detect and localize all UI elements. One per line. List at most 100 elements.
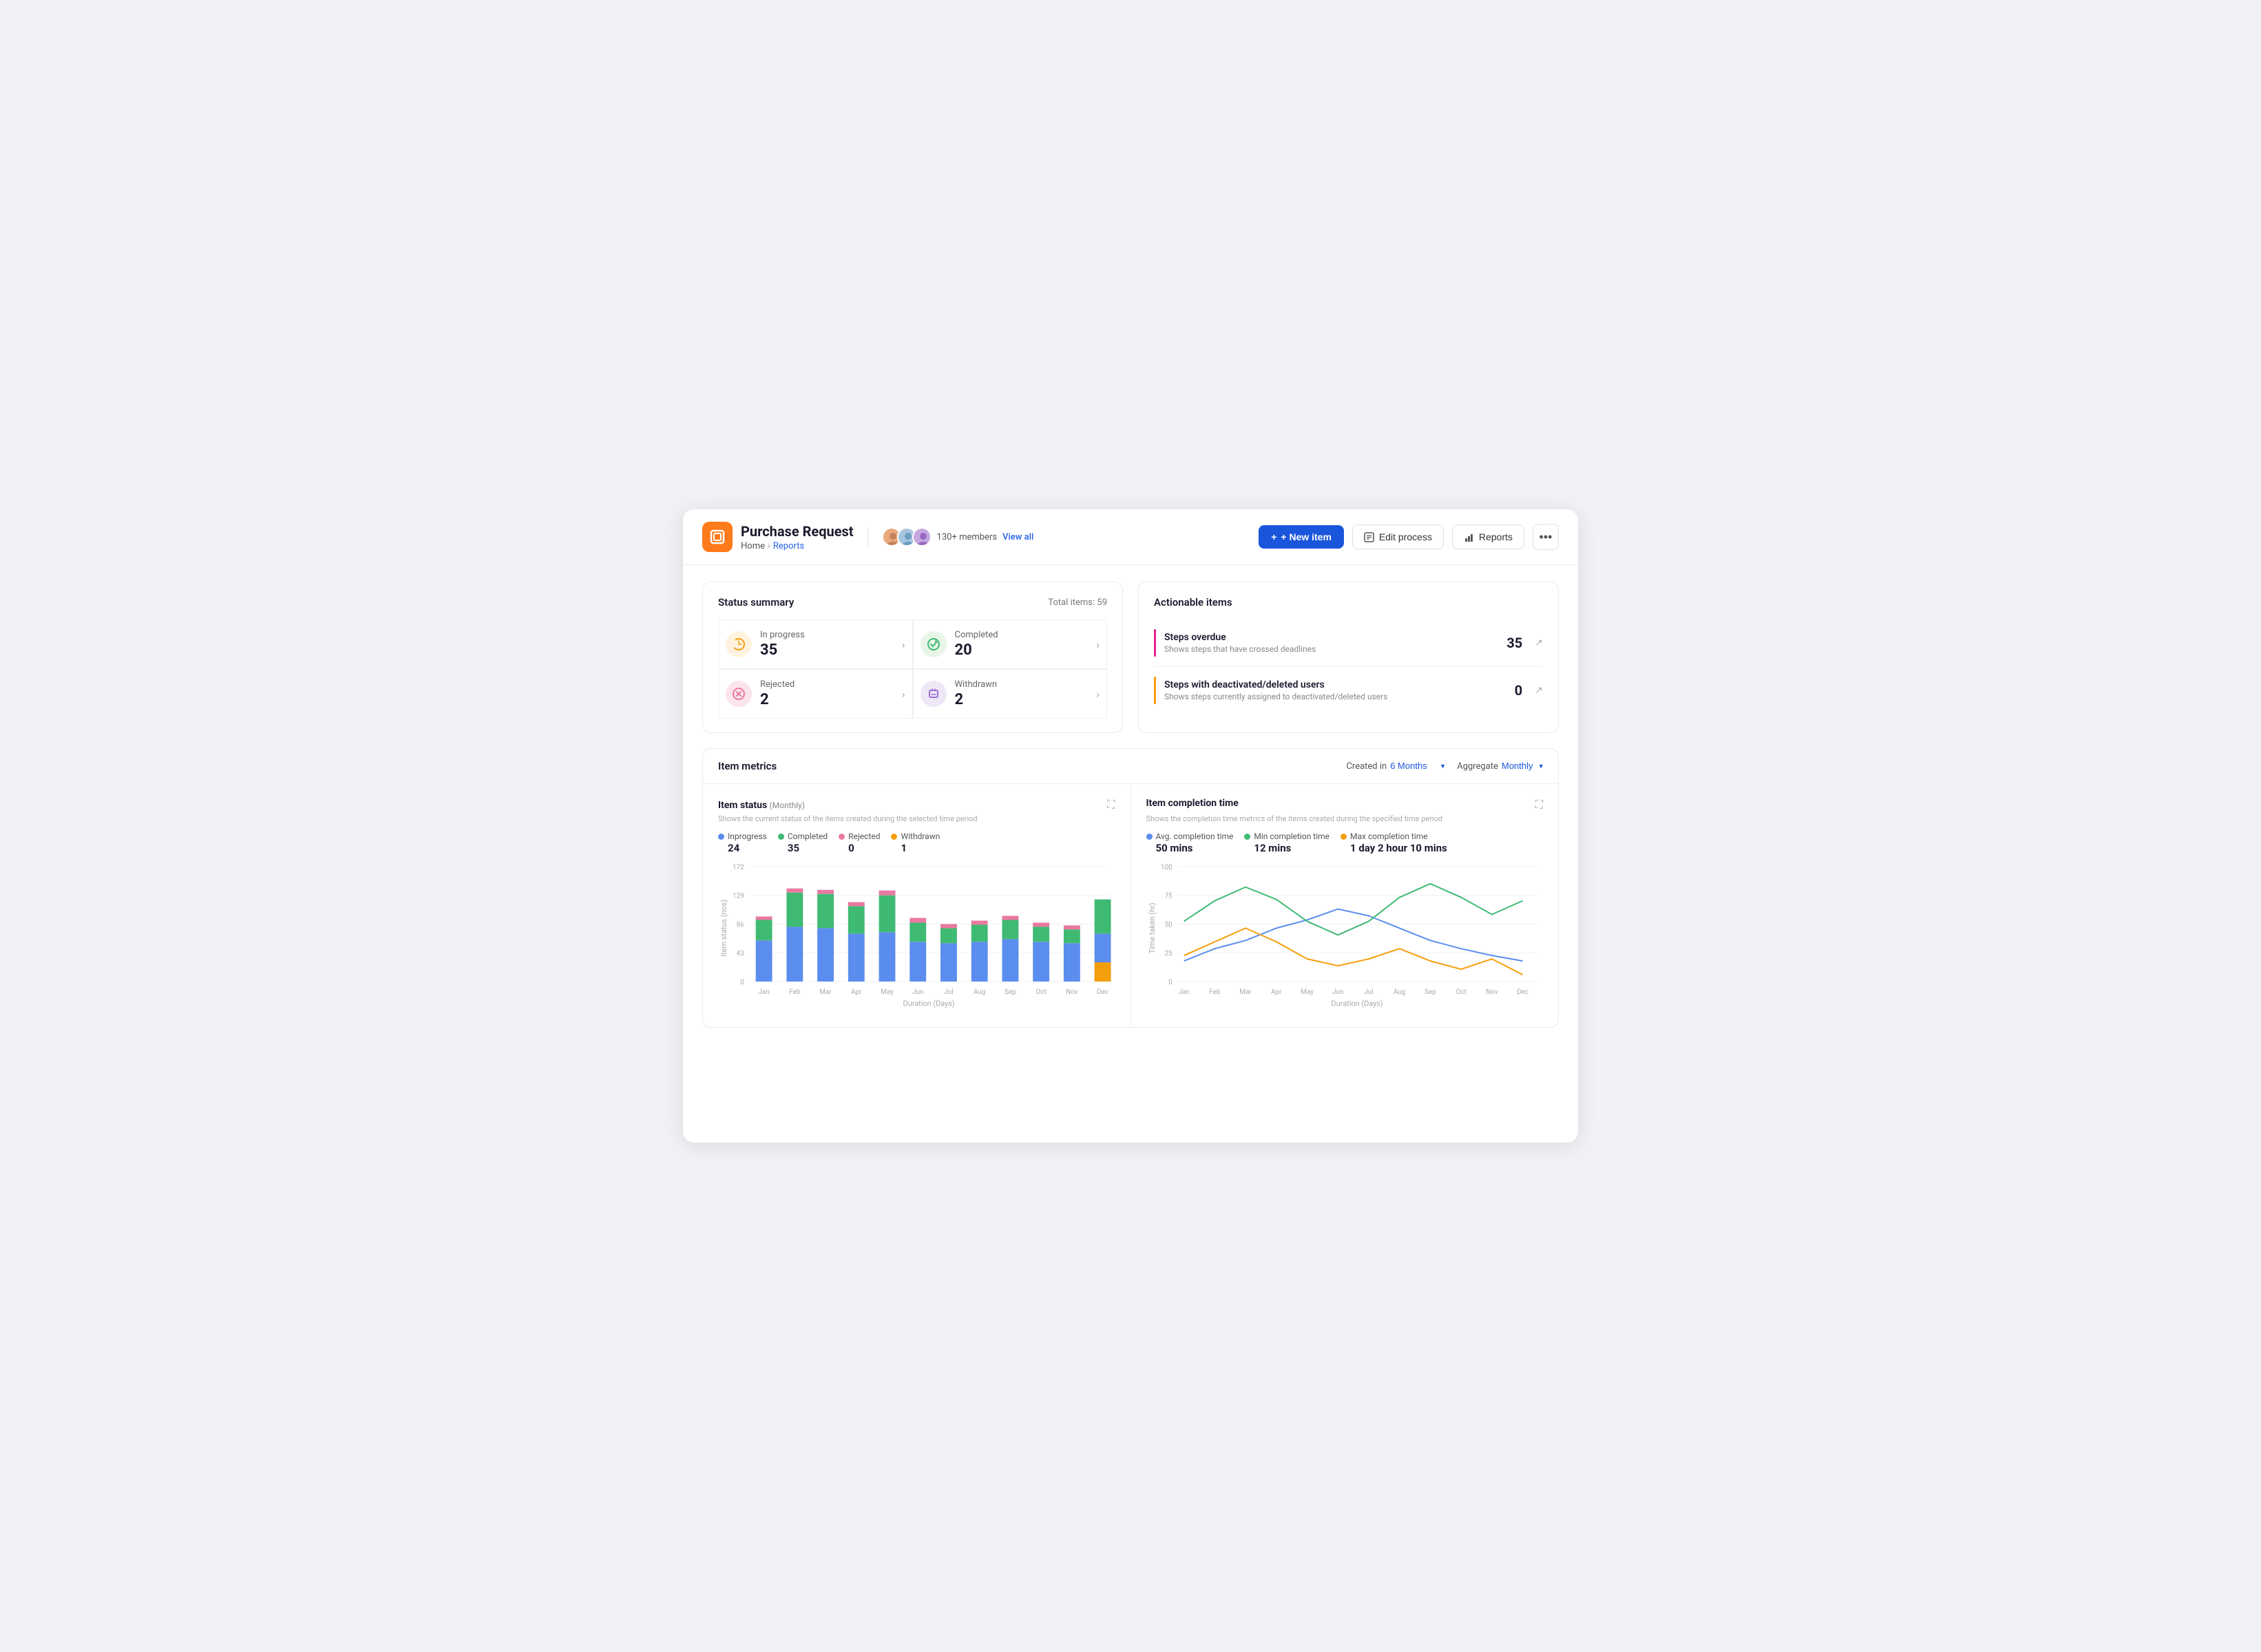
metrics-title: Item metrics xyxy=(718,760,777,772)
rejected-label: Rejected xyxy=(760,679,894,690)
aggregate-select-wrap[interactable]: Monthly Daily Weekly xyxy=(1502,761,1543,772)
withdrawn-chevron: › xyxy=(1096,688,1100,701)
overdue-desc: Shows steps that have crossed deadlines xyxy=(1164,644,1498,654)
svg-text:86: 86 xyxy=(737,921,745,929)
legend-value-completed: 35 xyxy=(788,842,828,854)
deactivated-external-icon[interactable]: ↗ xyxy=(1535,685,1543,696)
withdrawn-icon-wrap xyxy=(921,681,947,707)
aggregate-select[interactable]: Monthly Daily Weekly xyxy=(1502,761,1543,771)
legend-value-rejected: 0 xyxy=(848,842,880,854)
metrics-controls: Created in 6 Months Last Month 3 Months … xyxy=(1346,761,1543,772)
svg-text:Mar: Mar xyxy=(819,988,832,996)
deactivated-bar xyxy=(1154,677,1156,704)
breadcrumb-home[interactable]: Home xyxy=(741,541,765,551)
overdue-count: 35 xyxy=(1506,635,1522,651)
status-cell-completed[interactable]: Completed 20 › xyxy=(913,620,1108,669)
edit-process-icon xyxy=(1364,532,1374,542)
completion-time-legend: Avg. completion time 50 mins Min complet… xyxy=(1146,832,1544,854)
completion-time-chart-header: Item completion time ⛶ xyxy=(1146,798,1544,812)
rejected-text: Rejected 2 xyxy=(760,679,894,708)
member-avatars xyxy=(882,527,932,547)
legend-label-withdrawn: Withdrawn xyxy=(901,832,940,841)
metrics-header: Item metrics Created in 6 Months Last Mo… xyxy=(703,749,1558,784)
completed-icon-wrap xyxy=(921,631,947,657)
more-dots-icon: ••• xyxy=(1539,530,1553,544)
item-status-svg: 172 129 86 43 0 Item status (nos) xyxy=(718,860,1115,1010)
rejected-count: 2 xyxy=(760,691,894,708)
reports-icon xyxy=(1464,532,1474,542)
svg-text:Jan: Jan xyxy=(758,988,769,996)
svg-text:0: 0 xyxy=(1168,979,1172,986)
legend-dot-completed xyxy=(778,834,784,840)
withdrawn-count: 2 xyxy=(955,691,1089,708)
app-container: Purchase Request Home › Reports 130+ mem xyxy=(683,509,1578,1143)
status-grid: In progress 35 › xyxy=(718,620,1107,719)
svg-text:25: 25 xyxy=(1164,950,1172,957)
svg-text:Sep: Sep xyxy=(1005,988,1016,996)
legend-label-max: Max completion time xyxy=(1350,832,1428,841)
created-in-select[interactable]: 6 Months Last Month 3 Months 1 Year All … xyxy=(1390,761,1444,771)
breadcrumb-current: Reports xyxy=(773,541,804,551)
svg-text:100: 100 xyxy=(1161,864,1172,871)
legend-dot-inprogress xyxy=(718,834,724,840)
svg-text:Jun: Jun xyxy=(912,988,923,996)
legend-completed: Completed 35 xyxy=(778,832,828,854)
app-logo xyxy=(702,522,733,552)
members-area: 130+ members View all xyxy=(882,527,1034,547)
more-options-button[interactable]: ••• xyxy=(1533,524,1559,550)
legend-label-rejected: Rejected xyxy=(848,832,880,841)
completion-time-chart-svg-wrap: 100 75 50 25 0 Time taken (hr) xyxy=(1146,860,1544,1013)
svg-text:Nov: Nov xyxy=(1066,988,1078,996)
status-cell-rejected[interactable]: Rejected 2 › xyxy=(718,669,913,719)
item-status-title: Item status xyxy=(718,800,770,811)
new-item-button[interactable]: + + New item xyxy=(1259,525,1344,549)
avatar xyxy=(912,527,932,547)
header: Purchase Request Home › Reports 130+ mem xyxy=(683,509,1578,565)
created-in-label: Created in xyxy=(1346,761,1387,772)
reports-button[interactable]: Reports xyxy=(1452,525,1524,549)
svg-text:May: May xyxy=(1301,988,1314,996)
edit-process-button[interactable]: Edit process xyxy=(1352,525,1444,549)
completed-text: Completed 20 xyxy=(955,630,1089,659)
completion-time-expand-icon[interactable]: ⛶ xyxy=(1535,798,1543,812)
svg-text:Feb: Feb xyxy=(1209,988,1221,996)
header-divider xyxy=(867,527,868,547)
members-count: 130+ members xyxy=(937,532,998,542)
deactivated-desc: Shows steps currently assigned to deacti… xyxy=(1164,692,1506,701)
charts-row: Item status (Monthly) ⛶ Shows the curren… xyxy=(703,784,1558,1027)
main-content: Status summary Total items: 59 In xyxy=(683,565,1578,1044)
svg-text:Aug: Aug xyxy=(1394,988,1405,996)
svg-text:Apr: Apr xyxy=(851,988,862,996)
rejected-chevron: › xyxy=(902,688,905,701)
overdue-bar xyxy=(1154,629,1156,657)
withdrawn-icon xyxy=(927,687,940,701)
legend-value-max: 1 day 2 hour 10 mins xyxy=(1350,842,1447,854)
legend-dot-withdrawn xyxy=(891,834,897,840)
item-status-legend: Inprogress 24 Completed 35 xyxy=(718,832,1115,854)
aggregate-label: Aggregate xyxy=(1457,761,1498,772)
reports-label: Reports xyxy=(1479,531,1513,542)
item-status-expand-icon[interactable]: ⛶ xyxy=(1107,798,1115,812)
total-items-label: Total items: 59 xyxy=(1048,597,1107,608)
legend-value-withdrawn: 1 xyxy=(901,842,940,854)
item-status-chart-svg-wrap: 172 129 86 43 0 Item status (nos) xyxy=(718,860,1115,1013)
legend-rejected: Rejected 0 xyxy=(839,832,880,854)
legend-avg-completion: Avg. completion time 50 mins xyxy=(1146,832,1234,854)
deactivated-title: Steps with deactivated/deleted users xyxy=(1164,679,1506,690)
actionable-header: Actionable items xyxy=(1154,596,1543,608)
created-in-select-wrap[interactable]: 6 Months Last Month 3 Months 1 Year All … xyxy=(1390,761,1444,772)
view-all-button[interactable]: View all xyxy=(1002,532,1033,542)
status-cell-inprogress[interactable]: In progress 35 › xyxy=(718,620,913,669)
item-status-period: (Monthly) xyxy=(770,801,805,810)
svg-text:Apr: Apr xyxy=(1271,988,1282,996)
inprogress-count: 35 xyxy=(760,642,894,659)
aggregate-control: Aggregate Monthly Daily Weekly xyxy=(1457,761,1543,772)
actionable-items-card: Actionable items Steps overdue Shows ste… xyxy=(1138,582,1559,733)
legend-inprogress: Inprogress 24 xyxy=(718,832,767,854)
svg-text:Dec: Dec xyxy=(1097,988,1108,996)
overdue-external-icon[interactable]: ↗ xyxy=(1535,637,1543,648)
actionable-title: Actionable items xyxy=(1154,596,1232,608)
legend-dot-avg xyxy=(1146,834,1153,840)
status-cell-withdrawn[interactable]: Withdrawn 2 › xyxy=(913,669,1108,719)
legend-min-completion: Min completion time 12 mins xyxy=(1244,832,1329,854)
